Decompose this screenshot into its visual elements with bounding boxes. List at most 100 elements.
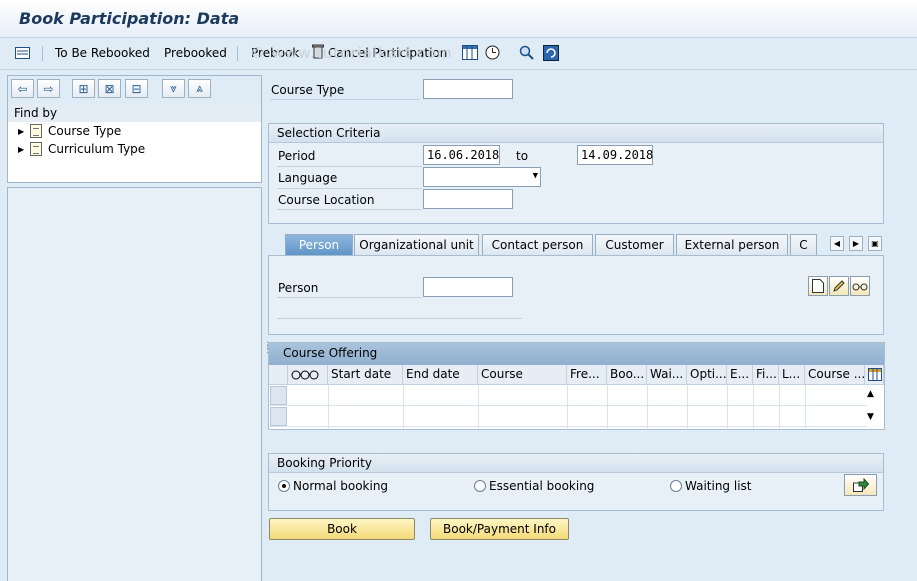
tab-more[interactable]: C (790, 234, 817, 255)
resize-handle[interactable]: ⋮ ⋮ (263, 342, 272, 355)
column-divider (753, 385, 754, 429)
to-be-rebooked-button[interactable]: To Be Rebooked (55, 46, 150, 60)
move-down-icon[interactable]: ⩔ (162, 79, 185, 98)
table-settings-icon[interactable] (461, 44, 478, 61)
period-to-field[interactable]: 14.09.2018 (577, 145, 653, 165)
period-from-field[interactable]: 16.06.2018 (423, 145, 500, 165)
radio-waiting-list[interactable]: Waiting list (670, 479, 752, 493)
radio-button[interactable] (278, 480, 290, 492)
tab-contact-person[interactable]: Contact person (482, 234, 593, 255)
expand-arrow-icon[interactable]: ▶ (18, 145, 30, 154)
tab-list-icon[interactable]: ▣ (868, 236, 882, 251)
find-icon[interactable] (518, 44, 535, 61)
expand-arrow-icon[interactable]: ▶ (18, 127, 30, 136)
forward-arrow-icon[interactable]: ⇨ (37, 79, 60, 98)
collapse-icon[interactable]: ⊠ (98, 79, 121, 98)
tree-item-course-type[interactable]: ▶ Course Type (18, 124, 121, 138)
column-settings-icon[interactable] (865, 365, 884, 385)
radio-label: Waiting list (685, 479, 752, 493)
column-header[interactable]: End date (403, 365, 478, 385)
application-toolbar: To Be Rebooked Prebooked Prebook Cancel … (0, 38, 917, 70)
column-divider (567, 385, 568, 429)
prebook-button[interactable]: Prebook (251, 46, 299, 60)
status-header[interactable] (288, 365, 328, 385)
column-divider (478, 385, 479, 429)
table-row[interactable] (269, 406, 867, 427)
course-type-field[interactable] (423, 79, 513, 99)
column-header[interactable]: L... (779, 365, 805, 385)
edit-pencil-icon[interactable] (829, 276, 849, 296)
label-underline (270, 99, 420, 100)
column-header[interactable]: Start date (328, 365, 403, 385)
export-arrow-icon[interactable] (844, 474, 877, 496)
left-panel-toolbar: ⇦ ⇨ ⊞ ⊠ ⊟ ⩔ ⩓ (8, 76, 261, 104)
tab-organizational-unit[interactable]: Organizational unit (354, 234, 479, 255)
course-location-field[interactable] (423, 189, 513, 209)
label-underline (277, 188, 422, 189)
column-divider (727, 385, 728, 429)
radio-button[interactable] (474, 480, 486, 492)
overview-icon[interactable] (14, 44, 31, 61)
find-by-header: Find by (8, 104, 261, 122)
course-type-label: Course Type (271, 83, 345, 97)
structure-icon[interactable]: ⊟ (125, 79, 148, 98)
column-header[interactable]: Course (478, 365, 567, 385)
document-icon (30, 142, 42, 156)
scroll-up-icon[interactable]: ▲ (867, 389, 874, 399)
column-divider (607, 385, 608, 429)
column-header[interactable]: Fre... (567, 365, 607, 385)
prebooked-button[interactable]: Prebooked (164, 46, 227, 60)
expand-icon[interactable]: ⊞ (72, 79, 95, 98)
clock-icon[interactable] (484, 44, 501, 61)
toolbar-separator (42, 46, 43, 61)
tab-person[interactable]: Person (285, 234, 353, 255)
select-all-header[interactable] (269, 365, 288, 385)
toolbar-separator (237, 46, 238, 61)
tree-item-curriculum-type[interactable]: ▶ Curriculum Type (18, 142, 145, 156)
column-header[interactable]: Fi... (753, 365, 779, 385)
radio-button[interactable] (670, 480, 682, 492)
column-divider (647, 385, 648, 429)
panel-splitter[interactable] (263, 75, 266, 581)
column-header[interactable]: Boo... (607, 365, 647, 385)
column-header[interactable]: Wai... (647, 365, 687, 385)
scroll-down-icon[interactable]: ▼ (867, 412, 874, 422)
column-header[interactable]: E... (727, 365, 753, 385)
book-button[interactable]: Book (269, 518, 415, 540)
back-arrow-icon[interactable]: ⇦ (11, 79, 34, 98)
booking-priority-title: Booking Priority (269, 454, 883, 473)
person-label: Person (278, 281, 319, 295)
language-dropdown[interactable]: ▼ (423, 167, 541, 187)
tree-item-label: Course Type (48, 124, 122, 138)
tab-customer[interactable]: Customer (595, 234, 674, 255)
person-tab-panel (268, 255, 884, 335)
tab-external-person[interactable]: External person (676, 234, 788, 255)
label-underline (277, 297, 422, 298)
to-label: to (516, 149, 529, 163)
row-selector[interactable] (270, 386, 287, 405)
left-navigation-panel: ⇦ ⇨ ⊞ ⊠ ⊟ ⩔ ⩓ Find by ▶ Course Type ▶ Cu… (7, 75, 262, 183)
radio-label: Normal booking (293, 479, 389, 493)
refresh-icon[interactable] (542, 44, 559, 61)
label-underline (277, 209, 422, 210)
create-document-icon[interactable] (808, 276, 828, 296)
row-selector[interactable] (270, 407, 287, 426)
tab-scroll-right-icon[interactable]: ▶ (849, 236, 863, 251)
radio-essential-booking[interactable]: Essential booking (474, 479, 594, 493)
chevron-down-icon[interactable]: ▼ (533, 171, 538, 181)
display-glasses-icon[interactable] (850, 276, 870, 296)
column-header[interactable]: Opti... (687, 365, 727, 385)
trash-icon[interactable] (309, 43, 326, 60)
move-up-icon[interactable]: ⩓ (188, 79, 211, 98)
column-header[interactable]: Course ... (805, 365, 865, 385)
book-payment-info-button[interactable]: Book/Payment Info (430, 518, 569, 540)
cancel-participation-button[interactable]: Cancel Participation (328, 46, 447, 60)
column-divider (403, 385, 404, 429)
tab-scroll-left-icon[interactable]: ◀ (830, 236, 844, 251)
column-divider (687, 385, 688, 429)
person-field[interactable] (423, 277, 513, 297)
table-row[interactable] (269, 385, 867, 406)
course-offering-title: Course Offering (269, 343, 884, 365)
document-icon (30, 124, 42, 138)
radio-normal-booking[interactable]: Normal booking (278, 479, 388, 493)
